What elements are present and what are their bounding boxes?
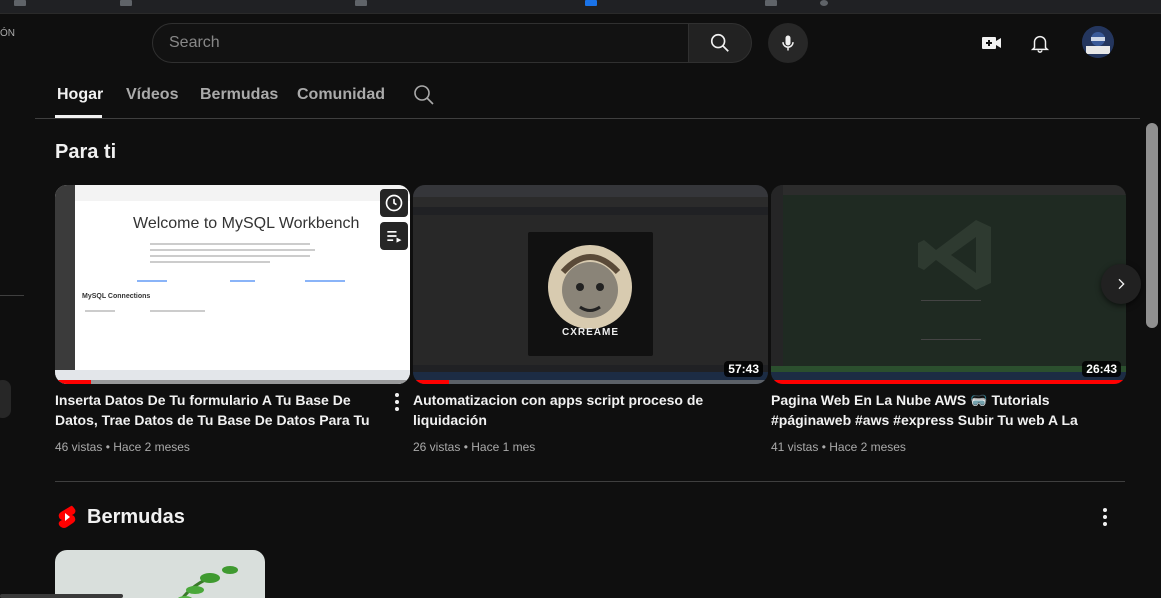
- thumbnail-text: CXREAME: [561, 327, 619, 338]
- mic-icon: [782, 35, 794, 51]
- sidebar-divider: [0, 295, 24, 296]
- vscode-logo: [918, 220, 991, 290]
- section-title-for-you: Para ti: [55, 141, 117, 163]
- thumbnail-text: Welcome to MySQL Workbench: [133, 215, 360, 232]
- add-to-queue-icon: [387, 231, 402, 243]
- notifications-bell-icon: [1030, 35, 1050, 53]
- upload-age: Hace 2 meses: [829, 440, 906, 454]
- video-metadata: 26 vistas • Hace 1 mes: [413, 440, 536, 454]
- chevron-right-icon: [1118, 278, 1125, 290]
- lion-artwork: CXREAME: [528, 232, 653, 356]
- video-title[interactable]: Automatizacion con apps script proceso d…: [413, 390, 743, 430]
- shorts-logo-icon: [58, 505, 76, 528]
- left-sidebar-fragment: ÓN: [0, 14, 35, 598]
- video-card[interactable]: CXREAME 57:43 Automatizacion con apps sc…: [413, 185, 768, 454]
- video-title[interactable]: Inserta Datos De Tu formulario A Tu Base…: [55, 390, 385, 430]
- avatar[interactable]: [1082, 26, 1114, 58]
- view-count: 41 vistas: [771, 440, 819, 454]
- thumbnail-subtext: MySQL Connections: [82, 293, 151, 300]
- view-count: 26 vistas: [413, 440, 461, 454]
- video-card[interactable]: 26:43 Pagina Web En La Nube AWS 🥽 Tutori…: [771, 185, 1126, 454]
- page-scrollbar[interactable]: [1145, 120, 1159, 598]
- create-video-icon: [982, 37, 1001, 49]
- tab-videos[interactable]: Vídeos: [126, 86, 178, 104]
- search-box[interactable]: [152, 23, 689, 63]
- section-title-shorts: Bermudas: [87, 506, 185, 528]
- scrollbar-thumb[interactable]: [1146, 123, 1158, 328]
- tab-home[interactable]: Hogar: [57, 86, 103, 104]
- shorts-thumbnail[interactable]: [55, 550, 265, 598]
- video-duration: 26:43: [1082, 361, 1121, 377]
- carousel-next-button[interactable]: [1101, 264, 1141, 304]
- plant-image: [178, 566, 238, 598]
- thumbnail-image: CXREAME: [413, 185, 768, 384]
- clock-icon: [385, 194, 403, 212]
- video-thumbnail[interactable]: Welcome to MySQL Workbench MySQL Connect…: [55, 185, 410, 384]
- browser-tab-icon[interactable]: [765, 0, 777, 6]
- search-button[interactable]: [688, 23, 752, 63]
- tab-community[interactable]: Comunidad: [297, 86, 385, 104]
- watch-progress: [413, 380, 768, 384]
- video-thumbnail[interactable]: CXREAME 57:43: [413, 185, 768, 384]
- shorts-menu-button[interactable]: [1095, 506, 1115, 528]
- upload-age: Hace 1 mes: [471, 440, 536, 454]
- browser-tab-strip: [0, 0, 1161, 14]
- video-title[interactable]: Pagina Web En La Nube AWS 🥽 Tutorials #p…: [771, 390, 1101, 430]
- video-thumbnail[interactable]: 26:43: [771, 185, 1126, 384]
- video-card[interactable]: Welcome to MySQL Workbench MySQL Connect…: [55, 185, 410, 454]
- thumbnail-image: Welcome to MySQL Workbench MySQL Connect…: [55, 185, 410, 384]
- voice-search-button[interactable]: [768, 23, 808, 63]
- browser-tab-icon[interactable]: [355, 0, 367, 6]
- browser-tab-icon[interactable]: [820, 0, 828, 6]
- masthead: [35, 14, 1161, 72]
- more-vert-icon: [1103, 508, 1107, 526]
- sidebar-text-fragment: ÓN: [0, 28, 15, 39]
- browser-tab-icon[interactable]: [14, 0, 26, 6]
- more-vert-icon: [395, 393, 399, 411]
- watch-progress: [55, 380, 410, 384]
- thumbnail-image: [771, 185, 1126, 384]
- video-metadata: 46 vistas • Hace 2 meses: [55, 440, 190, 454]
- avatar-image: [1082, 26, 1114, 58]
- sidebar-selected-item[interactable]: [0, 380, 11, 418]
- search-input[interactable]: [153, 24, 688, 62]
- search-icon: [710, 33, 729, 52]
- view-count: 46 vistas: [55, 440, 103, 454]
- upload-age: Hace 2 meses: [113, 440, 190, 454]
- notifications-button[interactable]: [1024, 27, 1056, 59]
- horizontal-scrollbar[interactable]: [0, 594, 123, 598]
- add-to-queue-button[interactable]: [380, 222, 408, 250]
- video-metadata: 41 vistas • Hace 2 meses: [771, 440, 906, 454]
- watch-later-button[interactable]: [380, 189, 408, 217]
- browser-tab-icon[interactable]: [120, 0, 132, 6]
- channel-search-icon[interactable]: [412, 83, 436, 107]
- browser-tab-icon[interactable]: [585, 0, 597, 6]
- tabs-divider: [35, 118, 1140, 119]
- section-divider: [55, 481, 1125, 482]
- create-button[interactable]: [976, 27, 1008, 59]
- video-menu-button[interactable]: [387, 390, 407, 414]
- video-duration: 57:43: [724, 361, 763, 377]
- watch-progress: [771, 380, 1126, 384]
- tab-shorts[interactable]: Bermudas: [200, 86, 278, 104]
